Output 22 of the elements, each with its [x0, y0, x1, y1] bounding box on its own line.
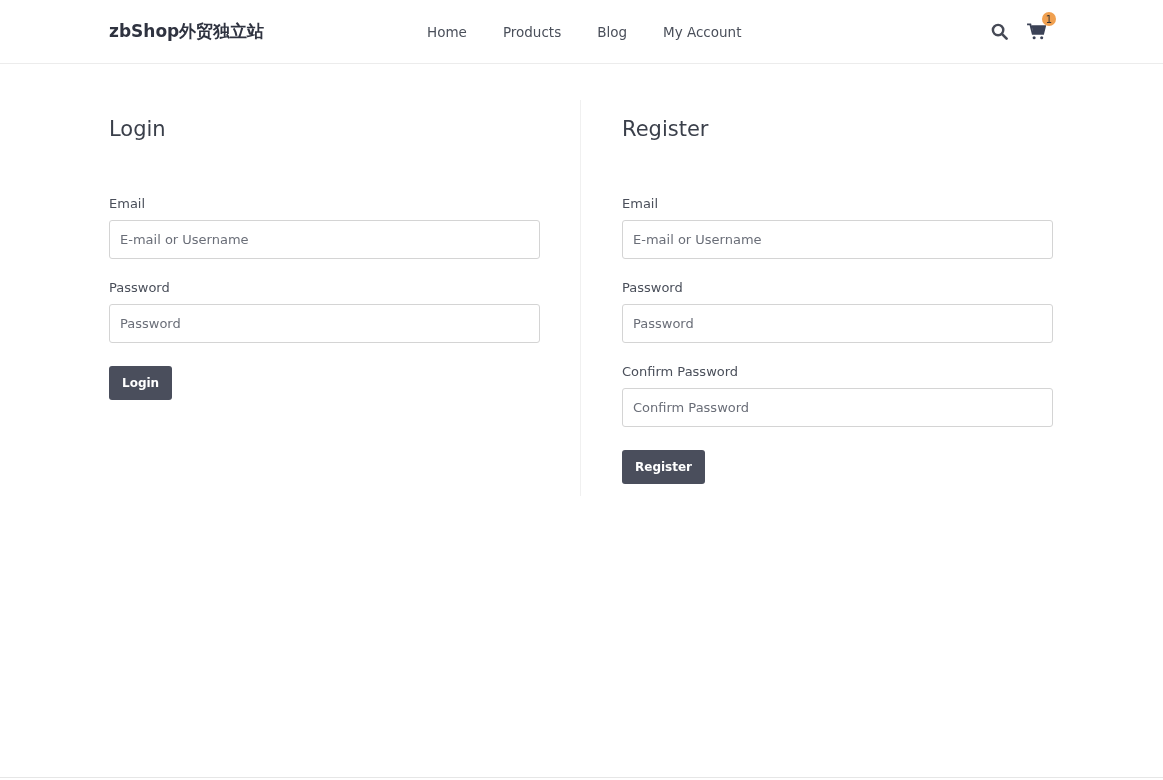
nav-link[interactable]: Blog — [597, 23, 627, 40]
cart-icon[interactable] — [1027, 23, 1046, 40]
field-label: Password — [622, 280, 683, 295]
input-field[interactable]: Confirm Password — [622, 388, 1053, 427]
field-label: Email — [109, 196, 146, 211]
field-label: Confirm Password — [622, 364, 739, 379]
form-title: Login — [109, 117, 166, 141]
field-label: Password — [109, 280, 170, 295]
field-label: Email — [622, 196, 659, 211]
submit-button[interactable]: Login — [109, 366, 173, 400]
site-logo[interactable]: zbShop外贸独立站 — [109, 20, 409, 43]
submit-button[interactable]: Register — [622, 450, 706, 484]
input-field[interactable]: E-mail or Username — [622, 220, 1053, 259]
form-title: Register — [622, 117, 709, 141]
search-icon[interactable] — [991, 23, 1008, 40]
input-field[interactable]: E-mail or Username — [109, 220, 540, 259]
nav-link[interactable]: Products — [502, 23, 562, 40]
input-field[interactable]: Password — [109, 304, 540, 343]
nav-link[interactable]: Home — [427, 23, 467, 40]
nav-link[interactable]: My Account — [663, 23, 742, 40]
cart-count-badge: 1 — [1042, 12, 1056, 26]
input-field[interactable]: Password — [622, 304, 1053, 343]
